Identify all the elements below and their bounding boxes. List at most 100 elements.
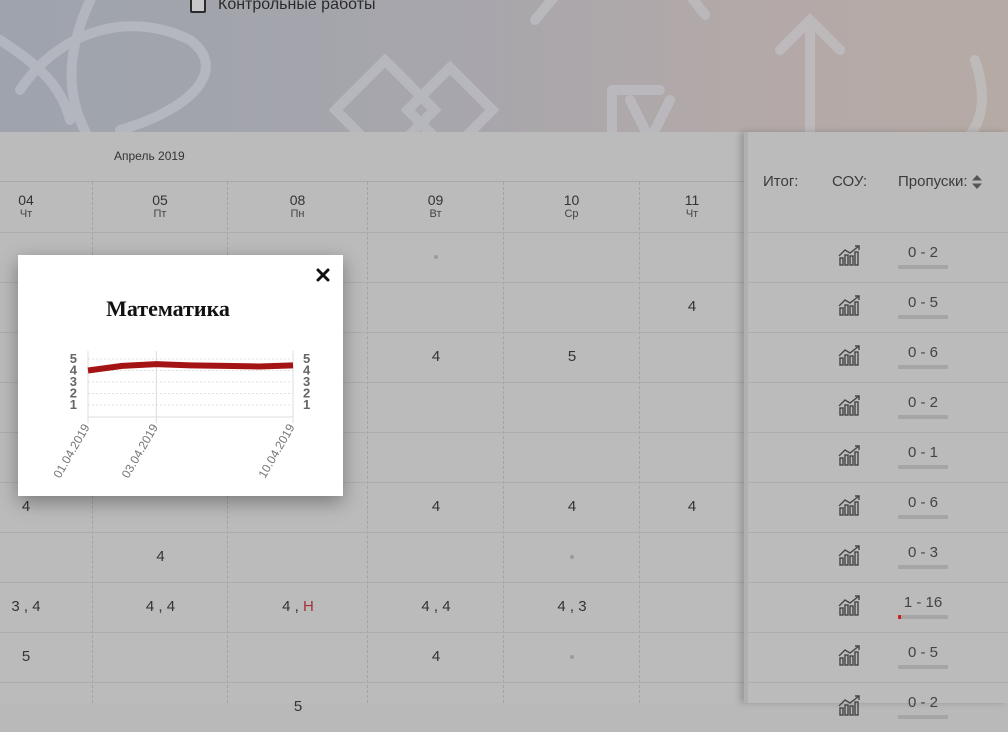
day-header: 10 Ср <box>504 192 639 221</box>
day-weekday: Пт <box>153 208 167 220</box>
absences-value[interactable]: 0 - 3 <box>898 544 948 561</box>
absences-bar <box>898 715 948 719</box>
control-works-label: Контрольные работы <box>218 0 376 13</box>
row-divider <box>748 532 1008 533</box>
grade-cell[interactable]: 5 <box>228 682 368 732</box>
row-divider <box>748 632 1008 633</box>
y-tick-label-left: 1 <box>70 397 77 412</box>
x-tick-label: 01.04.2019 <box>50 421 92 480</box>
lesson-dot <box>570 655 574 660</box>
grade-cell[interactable]: 4 <box>368 482 504 532</box>
series-line <box>87 361 294 374</box>
row-divider <box>748 682 1008 683</box>
grade-cell[interactable]: 4 , 4 <box>368 582 504 632</box>
row-divider <box>748 282 1008 283</box>
day-number: 09 <box>427 192 444 208</box>
chart-growth-icon[interactable] <box>838 494 862 516</box>
absences-value[interactable]: 0 - 5 <box>898 294 948 311</box>
grade-cell[interactable]: 4 <box>93 532 228 582</box>
header-itog: Итог: <box>763 173 799 190</box>
day-number: 11 <box>684 192 700 208</box>
chart-growth-icon[interactable] <box>838 294 862 316</box>
absences-value[interactable]: 0 - 6 <box>898 494 948 511</box>
grade-cell[interactable]: 5 <box>504 332 640 382</box>
grade-cell[interactable]: 4 <box>640 282 744 332</box>
row-divider <box>748 332 1008 333</box>
chart-growth-icon[interactable] <box>838 444 862 466</box>
chart-growth-icon[interactable] <box>838 344 862 366</box>
row-divider <box>748 432 1008 433</box>
y-tick-label-right: 1 <box>303 397 310 412</box>
day-header: 11 Чт <box>640 192 744 221</box>
absence-mark: Н <box>303 598 314 615</box>
chart-growth-icon[interactable] <box>838 594 862 616</box>
absences-bar <box>898 565 948 569</box>
day-weekday: Пн <box>290 208 305 220</box>
sort-icon[interactable] <box>971 174 982 189</box>
row-divider <box>748 482 1008 483</box>
day-weekday: Чт <box>685 208 699 220</box>
grade-cell[interactable] <box>504 632 640 682</box>
grade-cell[interactable]: 4 , 4 <box>93 582 228 632</box>
day-column: 11 Чт <box>640 182 744 703</box>
absences-value[interactable]: 0 - 1 <box>898 444 948 461</box>
absences-bar <box>898 465 948 469</box>
lesson-dot <box>434 255 438 260</box>
decorative-background <box>0 0 987 132</box>
absences-bar <box>898 365 948 369</box>
month-header: Апрель 2019 <box>0 132 744 182</box>
row-divider <box>748 582 1008 583</box>
grade-cell[interactable]: 4 <box>368 632 504 682</box>
header-sou: СОУ: <box>832 173 868 190</box>
subject-chart-popup: Математика 5 5 4 4 3 3 2 2 1 1 01.04.2019 03.04.201… <box>18 255 343 496</box>
grade-cell[interactable]: 4 , Н <box>228 582 368 632</box>
x-tick-label: 10.04.2019 <box>255 421 297 480</box>
day-weekday: Чт <box>19 208 33 220</box>
day-header: 08 Пн <box>228 192 367 221</box>
filter-control-works[interactable]: Контрольные работы <box>190 0 376 16</box>
header-absences-label: Пропуски: <box>898 173 968 190</box>
chart-growth-icon[interactable] <box>838 644 862 666</box>
grade-cell[interactable]: 3 , 4 <box>0 582 52 632</box>
month-label: Апрель 2019 <box>114 149 185 163</box>
grade-cell[interactable]: 4 <box>368 332 504 382</box>
absences-value[interactable]: 0 - 2 <box>898 394 948 411</box>
row-divider <box>0 682 744 683</box>
x-tick-label: 03.04.2019 <box>119 421 161 480</box>
day-header: 05 Пт <box>93 192 227 221</box>
grade-line-chart: 5 54 43 32 21 101.04.2019 03.04.2019 10.04.2019 <box>50 351 311 481</box>
absences-bar <box>898 515 948 519</box>
grade-cell[interactable] <box>368 232 504 282</box>
chart-growth-icon[interactable] <box>838 694 862 716</box>
absences-bar <box>898 665 948 669</box>
chart-growth-icon[interactable] <box>838 394 862 416</box>
panel-divider <box>744 132 748 703</box>
day-number: 05 <box>152 192 168 208</box>
absences-bar <box>898 415 948 419</box>
grade-value: 4 , <box>282 598 303 615</box>
control-works-checkbox[interactable] <box>190 0 206 13</box>
absences-value[interactable]: 0 - 5 <box>898 644 948 661</box>
summary-panel: Итог: СОУ: Пропуски: 0 - 2 0 - 5 0 - 6 0 - … <box>744 132 1008 719</box>
absences-bar <box>898 265 948 269</box>
grade-cell[interactable]: 5 <box>0 632 52 682</box>
day-header: 09 Вт <box>368 192 503 221</box>
absences-bar <box>898 615 948 619</box>
grade-cell[interactable] <box>504 532 640 582</box>
absences-value[interactable]: 1 - 16 <box>898 594 948 611</box>
day-number: 08 <box>289 192 306 208</box>
header-absences-sort[interactable]: Пропуски: <box>898 173 982 190</box>
absences-value[interactable]: 0 - 2 <box>898 244 948 261</box>
day-number: 04 <box>18 192 34 208</box>
grade-cell[interactable]: 4 , 3 <box>504 582 640 632</box>
day-weekday: Ср <box>564 208 579 220</box>
grade-cell[interactable]: 4 <box>504 482 640 532</box>
grade-cell[interactable]: 4 <box>640 482 744 532</box>
day-number: 10 <box>563 192 580 208</box>
absences-bar-fill <box>898 615 901 619</box>
row-divider <box>748 232 1008 233</box>
chart-growth-icon[interactable] <box>838 244 862 266</box>
chart-growth-icon[interactable] <box>838 544 862 566</box>
absences-value[interactable]: 0 - 6 <box>898 344 948 361</box>
day-weekday: Вт <box>429 208 442 220</box>
